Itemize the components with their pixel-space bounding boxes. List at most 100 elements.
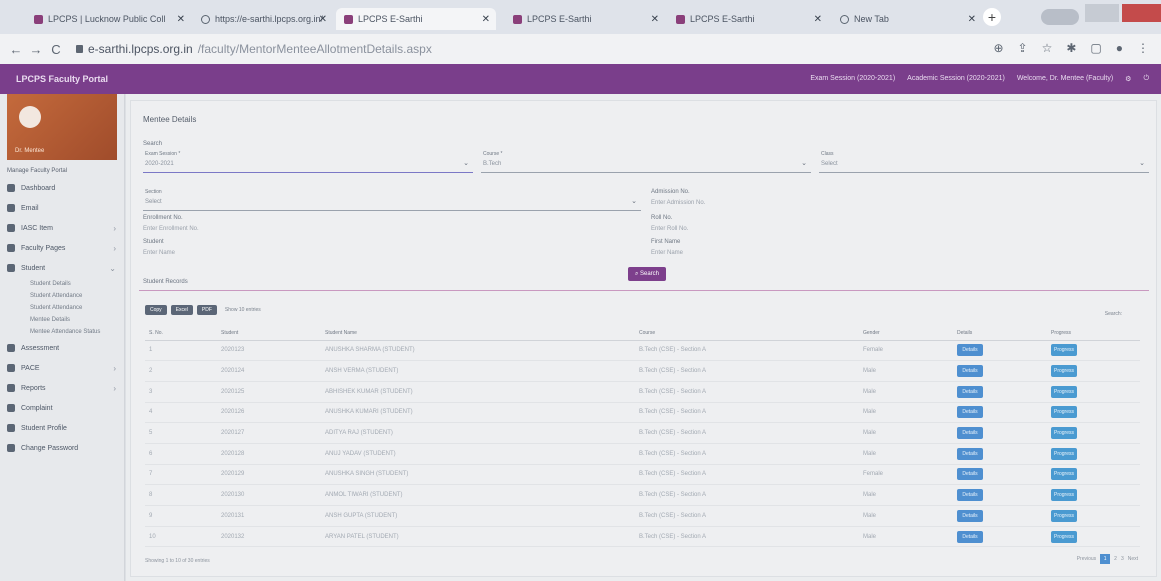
details-button[interactable]: Details — [957, 385, 983, 398]
minimize-button[interactable] — [1085, 4, 1119, 22]
sidepanel-icon[interactable]: ▢ — [1090, 41, 1101, 55]
profile-icon[interactable]: ● — [1116, 41, 1123, 55]
progress-button[interactable]: Progress — [1051, 489, 1077, 502]
excel-button[interactable]: Excel — [170, 305, 193, 315]
browser-tab[interactable]: LPCPS | Lucknow Public Coll ✕ — [26, 8, 191, 30]
extensions-icon[interactable]: ✱ — [1066, 41, 1076, 55]
details-button[interactable]: Details — [957, 365, 983, 378]
share-icon[interactable]: ⇪ — [1018, 41, 1028, 55]
row-sno: 8 — [145, 484, 217, 506]
sidebar-item-student[interactable]: Student ⌄ — [0, 258, 124, 278]
pdf-button[interactable]: PDF — [196, 305, 217, 315]
search-button[interactable]: ⌕ Search — [628, 267, 666, 281]
sidebar-subitem[interactable]: Student Details — [0, 278, 124, 290]
details-button[interactable]: Details — [957, 406, 983, 419]
sidebar-subitem[interactable]: Mentee Attendance Status — [0, 326, 124, 338]
profile-pill[interactable] — [1041, 9, 1079, 25]
sidebar-item-iasc[interactable]: IASC Item › — [0, 218, 124, 238]
copy-button[interactable]: Copy — [145, 305, 167, 315]
browser-tab[interactable]: LPCPS E-Sarthi ✕ — [505, 8, 665, 30]
entries-select[interactable]: Show 10 entries — [225, 307, 261, 313]
column-header[interactable]: Course — [635, 326, 859, 341]
details-button[interactable]: Details — [957, 509, 983, 522]
browser-tab[interactable]: New Tab ✕ — [832, 8, 982, 30]
column-header[interactable]: S. No. — [145, 326, 217, 341]
first-name-field[interactable]: First Name Enter Name — [651, 239, 683, 256]
progress-button[interactable]: Progress — [1051, 447, 1077, 460]
star-icon[interactable]: ☆ — [1042, 41, 1053, 55]
row-course: B.Tech (CSE) - Section A — [635, 360, 859, 382]
enrollment-no-field[interactable]: Enrollment No. Enter Enrollment No. — [143, 215, 199, 232]
close-icon[interactable]: ✕ — [482, 14, 490, 25]
sidebar-item-reports[interactable]: Reports › — [0, 378, 124, 398]
current-page-button[interactable]: 1 — [1100, 554, 1111, 564]
page-button[interactable]: 2 — [1114, 556, 1117, 562]
sidebar-item-assessment[interactable]: Assessment — [0, 338, 124, 358]
page-button[interactable]: 3 — [1121, 556, 1124, 562]
browser-tab[interactable]: LPCPS E-Sarthi ✕ — [668, 8, 828, 30]
menu-icon[interactable]: ⋮ — [1137, 41, 1149, 55]
progress-button[interactable]: Progress — [1051, 468, 1077, 481]
class-select[interactable]: Class Select ⌄ — [819, 151, 1149, 173]
logout-icon[interactable]: ⏻ — [1143, 75, 1149, 83]
details-button[interactable]: Details — [957, 447, 983, 460]
chevron-down-icon: ⌄ — [801, 160, 807, 167]
sidebar-subitem[interactable]: Student Attendance — [0, 290, 124, 302]
row-student-name: ANUSHKA KUMARI (STUDENT) — [321, 402, 635, 424]
window-close-button[interactable] — [1122, 4, 1161, 22]
column-header[interactable]: Student — [217, 326, 321, 341]
close-icon[interactable]: ✕ — [814, 14, 822, 25]
progress-button[interactable]: Progress — [1051, 427, 1077, 440]
sidebar-item-pace[interactable]: PACE › — [0, 358, 124, 378]
close-icon[interactable]: ✕ — [651, 14, 659, 25]
home-icon — [7, 184, 15, 192]
sidebar-item-student-profile[interactable]: Student Profile — [0, 418, 124, 438]
sidebar-subitem[interactable]: Student Attendance — [0, 302, 124, 314]
close-icon[interactable]: ✕ — [177, 14, 185, 25]
details-button[interactable]: Details — [957, 344, 983, 357]
section-select[interactable]: Section Select ⌄ — [143, 189, 641, 211]
progress-button[interactable]: Progress — [1051, 530, 1077, 543]
close-icon[interactable]: ✕ — [968, 14, 976, 25]
sidebar-item-change-password[interactable]: Change Password — [0, 438, 124, 458]
settings-icon[interactable]: ⚙ — [1125, 75, 1131, 83]
url-field[interactable]: e-sarthi.lpcps.org.in/faculty/MentorMent… — [76, 42, 432, 56]
forward-arrow-icon[interactable]: → — [26, 42, 46, 57]
close-icon[interactable]: ✕ — [319, 14, 327, 25]
column-header: Progress — [1047, 326, 1140, 341]
chevron-down-icon: ⌄ — [631, 198, 637, 205]
back-arrow-icon[interactable]: ← — [6, 42, 26, 57]
details-button[interactable]: Details — [957, 489, 983, 502]
details-button[interactable]: Details — [957, 468, 983, 481]
next-page-button[interactable]: Next — [1128, 556, 1138, 562]
new-tab-plus-icon[interactable]: + — [983, 8, 1001, 26]
sidebar-subitem-active[interactable]: Mentee Details — [0, 314, 124, 326]
progress-button[interactable]: Progress — [1051, 385, 1077, 398]
progress-button[interactable]: Progress — [1051, 365, 1077, 378]
browser-tab-active[interactable]: LPCPS E-Sarthi ✕ — [336, 8, 496, 30]
sidebar-item-dashboard[interactable]: Dashboard — [0, 178, 124, 198]
field-value: 2020-2021 — [145, 161, 174, 167]
details-button[interactable]: Details — [957, 427, 983, 440]
column-header[interactable]: Student Name — [321, 326, 635, 341]
roll-no-field[interactable]: Roll No. Enter Roll No. — [651, 215, 688, 232]
sidebar-item-label: Dashboard — [21, 184, 56, 192]
tab-label: New Tab — [854, 14, 889, 24]
zoom-icon[interactable]: ⊕ — [993, 41, 1003, 55]
details-button[interactable]: Details — [957, 530, 983, 543]
student-name-field[interactable]: Student Enter Name — [143, 239, 175, 256]
column-header[interactable]: Gender — [859, 326, 953, 341]
sidebar-item-faculty-pages[interactable]: Faculty Pages › — [0, 238, 124, 258]
reload-icon[interactable]: C — [46, 42, 66, 57]
sidebar-item-email[interactable]: Email — [0, 198, 124, 218]
progress-button[interactable]: Progress — [1051, 344, 1077, 357]
progress-button[interactable]: Progress — [1051, 406, 1077, 419]
welcome-user[interactable]: Welcome, Dr. Mentee (Faculty) — [1017, 75, 1113, 83]
previous-page-button[interactable]: Previous — [1077, 556, 1096, 562]
sidebar-item-complaint[interactable]: Complaint — [0, 398, 124, 418]
course-select[interactable]: Course * B.Tech ⌄ — [481, 151, 811, 173]
browser-tab[interactable]: https://e-sarthi.lpcps.org.in/ ✕ — [193, 8, 333, 30]
progress-button[interactable]: Progress — [1051, 509, 1077, 522]
exam-session-select[interactable]: Exam Session * 2020-2021 ⌄ — [143, 151, 473, 173]
admission-no-field[interactable]: Admission No. Enter Admission No. — [651, 189, 705, 206]
